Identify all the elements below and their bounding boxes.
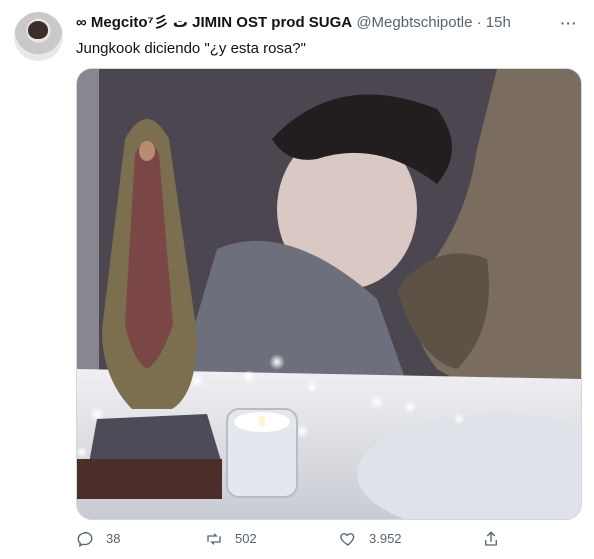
avatar[interactable] — [14, 12, 63, 61]
timestamp[interactable]: 15h — [486, 14, 511, 31]
share-icon — [485, 531, 497, 546]
retweet-button[interactable]: 502 — [205, 528, 257, 550]
retweet-count: 502 — [235, 531, 257, 546]
tweet-media-image[interactable] — [76, 68, 582, 520]
like-count: 3.952 — [369, 531, 402, 546]
tweet-text: Jungkook diciendo "¿y esta rosa?" — [76, 40, 306, 57]
share-button[interactable] — [482, 528, 512, 550]
heart-icon — [340, 533, 355, 546]
reply-count: 38 — [106, 531, 121, 546]
tweet-actions: 38 502 3.952 — [76, 528, 580, 550]
media-photo-illustration — [77, 69, 581, 519]
reply-button[interactable]: 38 — [76, 528, 120, 550]
user-handle[interactable]: @Megbtschipotle — [356, 14, 472, 31]
tweet-header: ∞ Megcito⁷彡 ت JIMIN OST prod SUGA @Megbt… — [76, 13, 554, 33]
more-options-icon[interactable]: ··· — [559, 13, 579, 33]
separator-dot: · — [476, 14, 482, 31]
like-button[interactable]: 3.952 — [339, 528, 402, 550]
tweet-card[interactable]: ∞ Megcito⁷彡 ت JIMIN OST prod SUGA @Megbt… — [0, 0, 594, 559]
reply-icon — [77, 531, 93, 547]
retweet-icon — [207, 533, 221, 545]
display-name[interactable]: ∞ Megcito⁷彡 ت JIMIN OST prod SUGA — [76, 14, 352, 31]
